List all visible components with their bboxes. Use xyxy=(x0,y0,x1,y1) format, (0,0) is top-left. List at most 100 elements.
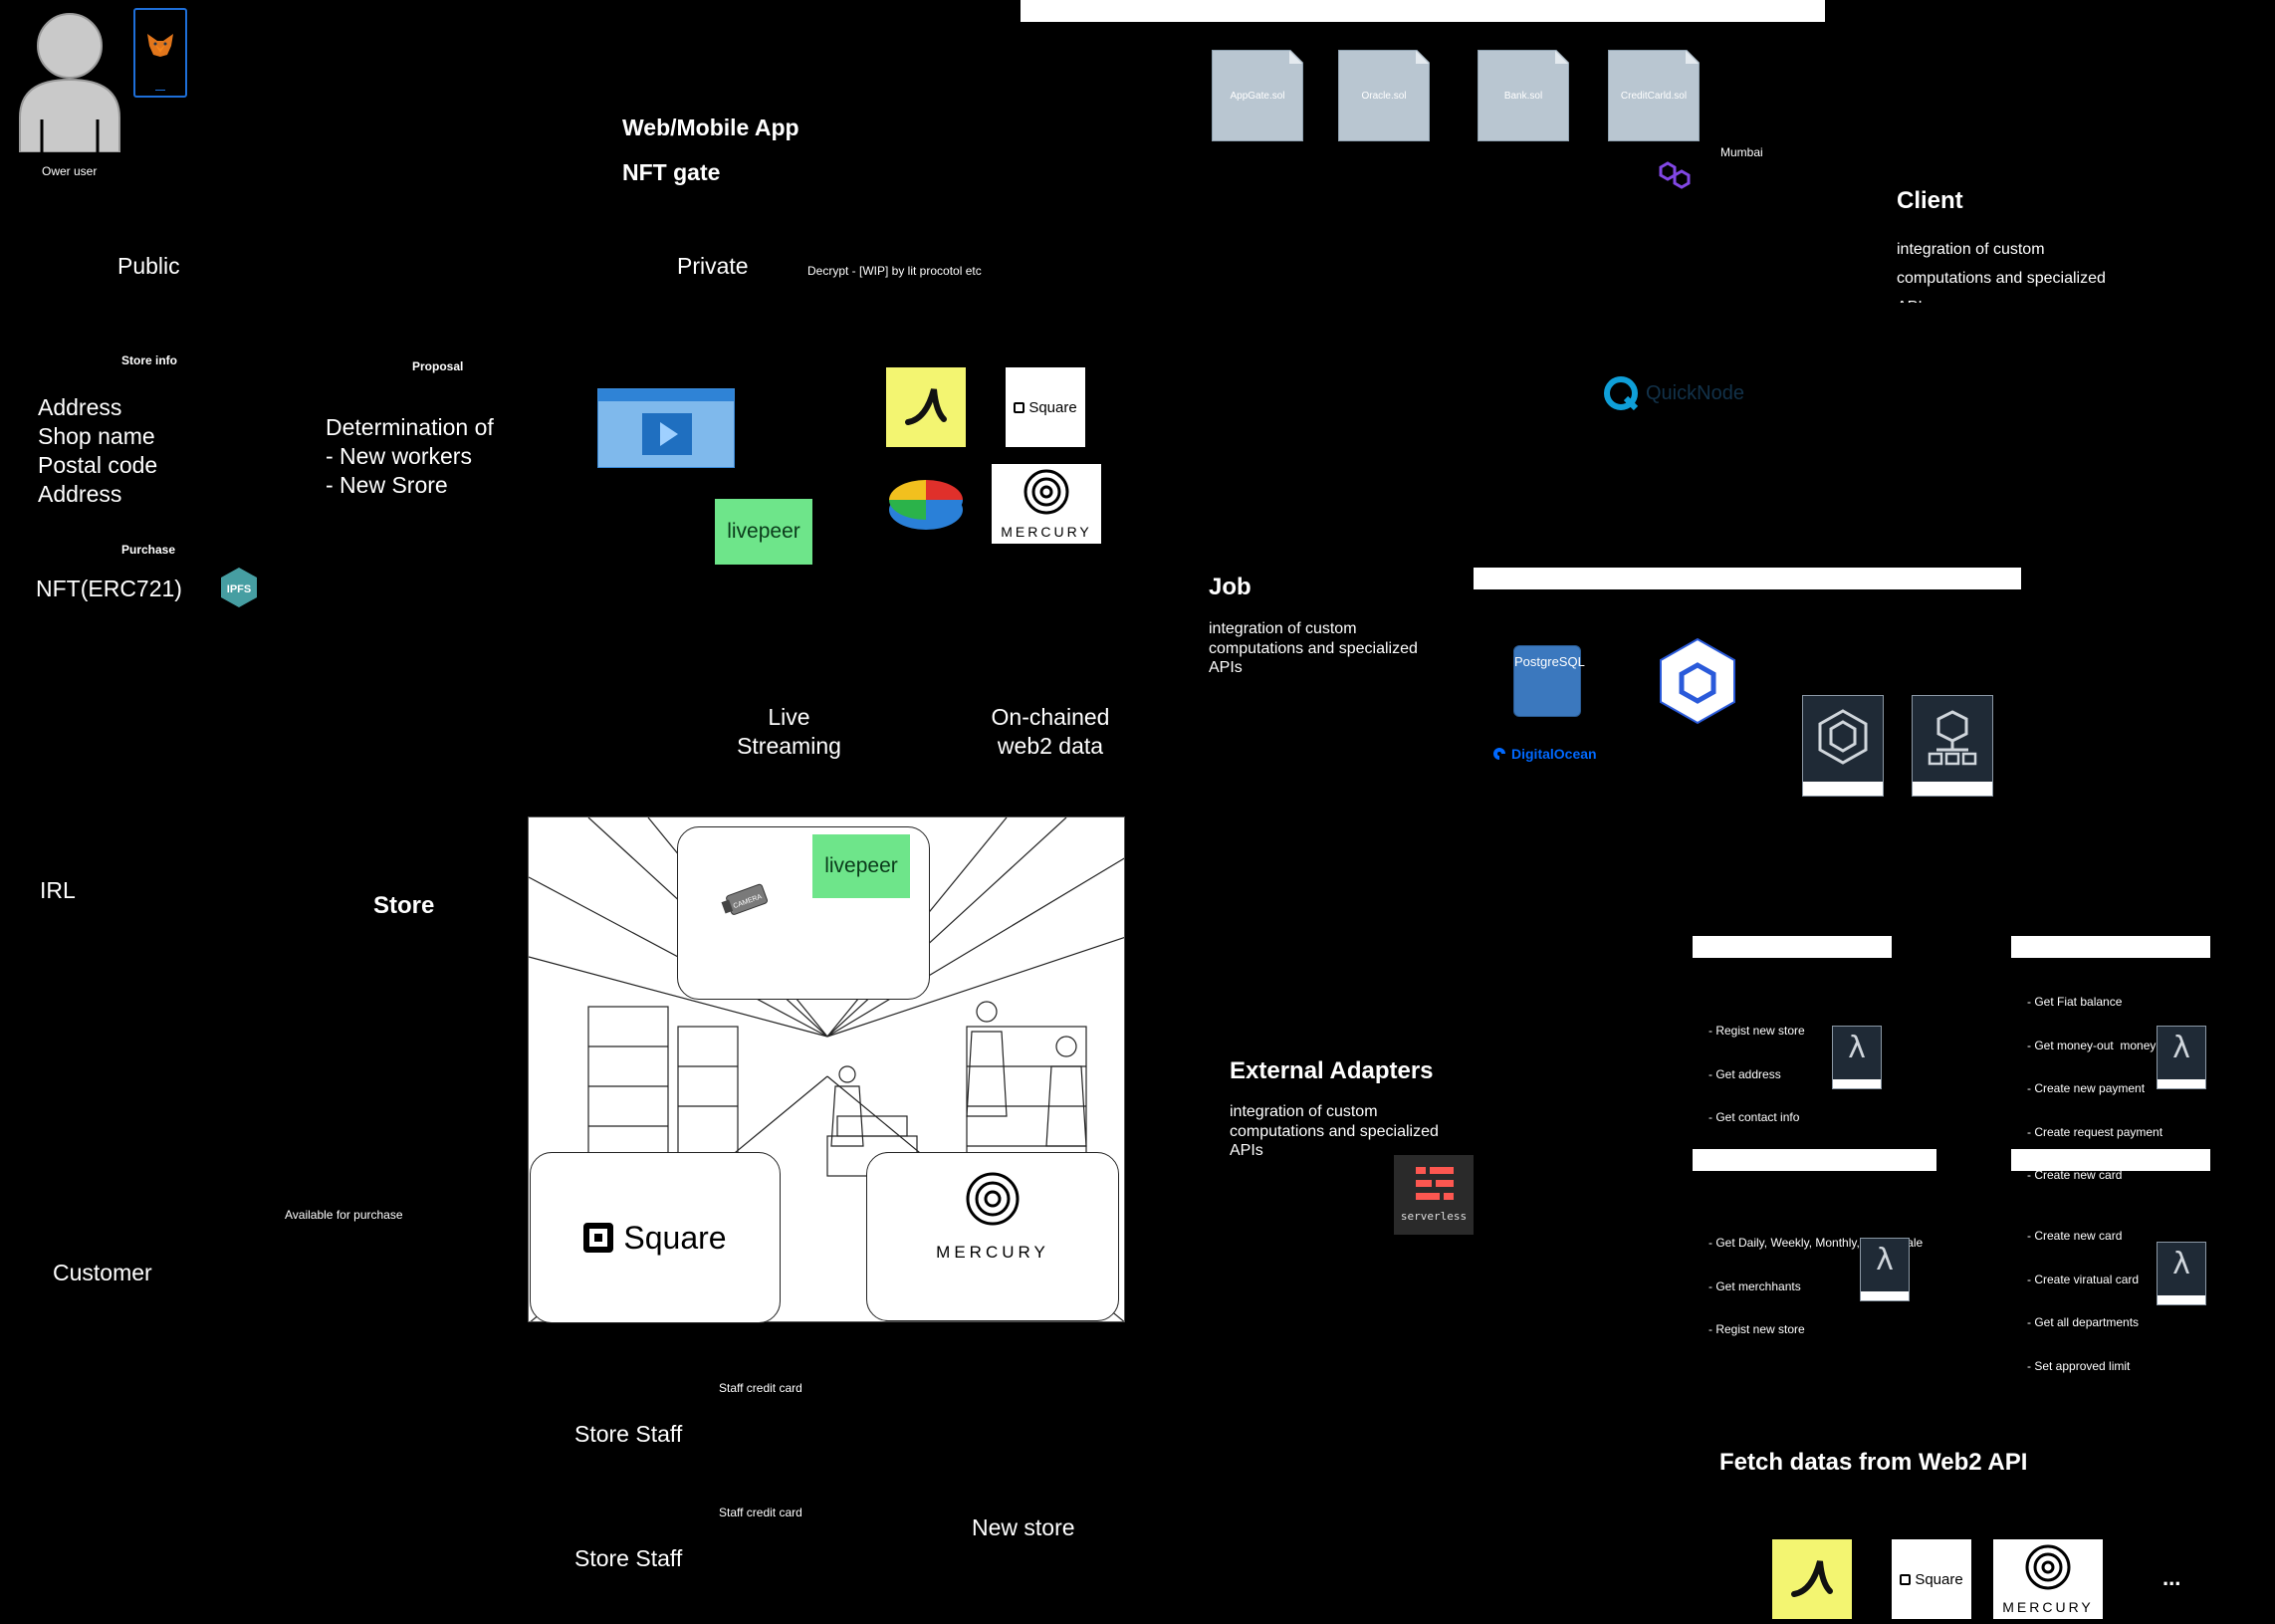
nft-label: NFT(ERC721) xyxy=(36,576,182,601)
client-desc-line: computations and specialized xyxy=(1897,270,2106,287)
staff-card-label: Staff credit card xyxy=(719,1381,802,1395)
lambda-item: - Get all departments xyxy=(2027,1315,2140,1329)
owner-user-avatar xyxy=(18,8,121,153)
public-label: Public xyxy=(117,253,180,279)
store-info-line: Shop name xyxy=(38,423,155,449)
job-desc-line: APIs xyxy=(1209,659,1243,676)
external-adapters-description: integration of custom computations and s… xyxy=(1230,1102,1439,1161)
store-staff-label: Store Staff xyxy=(574,1421,683,1447)
caption-line: Streaming xyxy=(737,733,841,759)
proposal-line: - New Srore xyxy=(326,472,448,498)
digitalocean-text: DigitalOcean xyxy=(1511,746,1597,762)
square-glyph-icon xyxy=(1900,1573,1912,1585)
proposal-line: Determination of xyxy=(326,414,494,440)
private-label: Private xyxy=(677,253,749,279)
store-info-list: Address Shop name Postal code Address xyxy=(38,393,157,509)
fetch-title: Fetch datas from Web2 API xyxy=(1719,1449,2028,1476)
camera-icon: CAMERA xyxy=(720,879,776,919)
quicknode-logo: QuickNode xyxy=(1602,373,1744,413)
mercury-logo: MERCURY xyxy=(992,464,1101,544)
digitalocean-logo: DigitalOcean xyxy=(1491,746,1597,762)
lambda-item: - Get Fiat balance xyxy=(2027,995,2123,1009)
lambda-icon: λ xyxy=(2157,1026,2206,1089)
contract-file-icon: Bank.sol xyxy=(1478,50,1569,141)
staff-card-label: Staff credit card xyxy=(719,1506,802,1519)
mercury-card: MERCURY xyxy=(866,1152,1119,1321)
lambda-item: - Create request payment xyxy=(2027,1124,2163,1139)
lambda-item: - Get address xyxy=(1708,1066,1781,1081)
serverless-text: serverless xyxy=(1400,1210,1468,1223)
job-desc-line: integration of custom xyxy=(1209,620,1357,637)
lambda-item: - Regist new store xyxy=(1708,1024,1805,1038)
square-glyph-icon xyxy=(1014,401,1025,413)
mercury-logo-text: MERCURY xyxy=(2002,1599,2094,1615)
client-title: Client xyxy=(1897,187,1963,214)
caption-line: Live xyxy=(768,704,810,730)
lambda-item: - Create new card xyxy=(2027,1229,2123,1243)
lambda-item: - Regist new store xyxy=(1708,1322,1805,1336)
pie-chart-icon xyxy=(886,470,966,536)
lambda-icon: λ xyxy=(1860,1238,1910,1301)
external-desc-line: computations and specialized xyxy=(1230,1122,1439,1140)
livepeer-logo-text: livepeer xyxy=(824,854,898,877)
contract-file-icon: CreditCarld.sol xyxy=(1608,50,1700,141)
lambda-group-bar xyxy=(1693,936,1892,958)
new-store-label: New store xyxy=(972,1514,1075,1540)
contracts-header-bar xyxy=(1021,0,1825,22)
caption-line: web2 data xyxy=(997,733,1104,759)
postgresql-icon: PostgreSQL xyxy=(1513,645,1585,717)
livepeer-logo: livepeer xyxy=(715,499,812,565)
app-title: Web/Mobile App xyxy=(622,115,799,140)
lambda-item: - Get contact info xyxy=(1708,1110,1800,1124)
infrastructure-header-bar xyxy=(1474,568,2021,589)
network-label: Mumbai xyxy=(1720,145,1763,159)
metamask-fox-icon xyxy=(145,32,175,58)
owner-user-label: Ower user xyxy=(42,164,98,178)
square-logo-text: Square xyxy=(623,1219,727,1256)
live-streaming-caption: Live Streaming xyxy=(722,703,856,761)
ipfs-icon: IPFS xyxy=(219,567,259,608)
available-label: Available for purchase xyxy=(285,1208,403,1222)
lambda-group-bar xyxy=(2011,1149,2210,1171)
postgresql-label: PostgreSQL xyxy=(1514,654,1585,669)
mobile-phone-icon xyxy=(133,8,187,98)
decrypt-note: Decrypt - [WIP] by lit procotol etc xyxy=(807,264,982,278)
job-desc-line: computations and specialized xyxy=(1209,639,1418,657)
square-glyph-icon xyxy=(583,1223,614,1253)
app-subtitle: NFT gate xyxy=(622,159,721,185)
livepeer-logo: livepeer xyxy=(812,834,910,898)
square-card: Square xyxy=(530,1152,781,1323)
customer-label: Customer xyxy=(53,1260,152,1285)
lambda-item: - Set approved limit xyxy=(2027,1358,2131,1373)
lambda-icon: λ xyxy=(2157,1242,2206,1305)
store-info-line: Address xyxy=(38,394,122,420)
camera-card: CAMERA livepeer xyxy=(677,826,930,1000)
contract-file-name: Bank.sol xyxy=(1503,90,1543,102)
job-title: Job xyxy=(1209,574,1251,600)
store-info-heading: Store info xyxy=(121,353,177,367)
polygon-icon xyxy=(1656,159,1694,191)
container-service-icon xyxy=(1802,695,1884,797)
contract-file-name: AppGate.sol xyxy=(1230,90,1285,102)
lambda-icon: λ xyxy=(1832,1026,1882,1089)
proposal-heading: Proposal xyxy=(412,359,464,373)
store-info-line: Address xyxy=(38,481,122,507)
purchase-heading: Purchase xyxy=(121,543,176,557)
square-logo-text: Square xyxy=(1915,1570,1963,1588)
cluster-service-icon xyxy=(1912,695,1993,797)
chainlink-icon xyxy=(1659,637,1736,725)
square-logo: Square xyxy=(1892,1539,1971,1619)
digitalocean-icon xyxy=(1493,748,1505,760)
contract-file-icon: Oracle.sol xyxy=(1338,50,1430,141)
contract-file-name: CreditCarld.sol xyxy=(1620,90,1688,102)
lambda-item: - Create viratual card xyxy=(2027,1272,2140,1286)
lambda-function-list: - Regist new store - Get address - Get c… xyxy=(1708,995,1805,1139)
yellow-brand-logo xyxy=(1772,1539,1852,1619)
store-label: Store xyxy=(373,892,435,919)
client-desc-line: integration of custom xyxy=(1897,241,2045,258)
square-logo-text: Square xyxy=(1028,398,1077,416)
mercury-logo-text: MERCURY xyxy=(936,1243,1049,1262)
contract-file-name: Oracle.sol xyxy=(1361,90,1407,102)
proposal-line: - New workers xyxy=(326,443,472,469)
square-logo: Square xyxy=(1006,367,1085,447)
